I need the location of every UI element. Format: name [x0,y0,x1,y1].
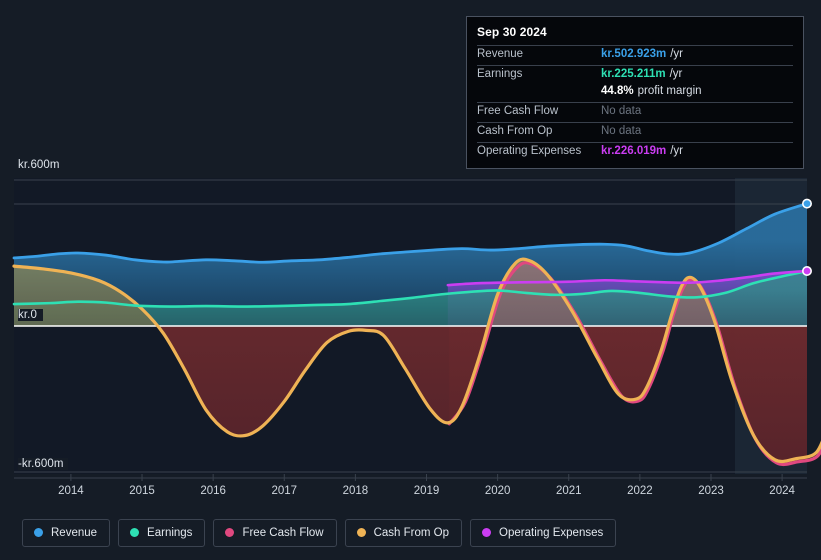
y-axis-label-zero: kr.0 [18,309,43,321]
tooltip-row-label: Cash From Op [477,125,553,137]
tooltip-row-label: Free Cash Flow [477,105,559,117]
x-axis-tick-2020: 2020 [484,485,511,497]
legend-color-dot [356,528,366,537]
x-axis-tick-2014: 2014 [58,485,84,497]
tooltip-row-label: Operating Expenses [477,145,582,157]
tooltip-row-label: Revenue [477,48,524,60]
tooltip-row: Earnings kr.225.211m/yr [477,65,793,85]
x-axis-tick-2019: 2019 [413,485,440,497]
legend-color-dot [225,528,235,537]
y-axis-label-top: kr.600m [18,159,64,171]
tooltip-row: Operating Expenses kr.226.019m/yr [477,142,793,162]
legend-label: Earnings [147,526,193,539]
endpoint-marker-operating-expenses [801,266,812,277]
legend-color-dot [482,528,492,537]
tooltip-row: Cash From Op No data [477,122,793,142]
tooltip-row-label: Earnings [477,68,523,80]
tooltip-row-value: No data [601,125,642,137]
tooltip-date: Sep 30 2024 [477,25,547,39]
chart-legend: Revenue Earnings Free Cash Flow Cash From O… [0,505,821,560]
legend-label: Free Cash Flow [242,526,324,539]
legend-item-revenue[interactable]: Revenue [22,518,111,547]
tooltip-row-unit: /yr [669,68,683,80]
tooltip-row: Revenue kr.502.923m/yr [477,45,793,65]
tooltip-row-unit: profit margin [637,85,702,97]
legend-color-dot [130,528,140,537]
tooltip-row-value: kr.226.019m [601,145,667,157]
tooltip-row-value: kr.502.923m [601,48,667,60]
x-axis-tick-2018: 2018 [342,485,369,497]
tooltip-row-unit: /yr [670,145,684,157]
legend-label: Cash From Op [373,526,450,539]
tooltip-row-value: No data [601,105,642,117]
legend-item-earnings[interactable]: Earnings [118,518,206,547]
x-axis-tick-2015: 2015 [129,485,155,497]
financial-chart-page: kr.600m kr.0 -kr.600m 2014 2015 2016 2017 20… [0,0,821,560]
tooltip-row: Free Cash Flow No data [477,102,793,122]
endpoint-marker-revenue [801,198,812,209]
legend-color-dot [34,528,43,537]
legend-label: Operating Expenses [499,526,604,539]
tooltip-row: 44.8% profit margin [477,85,793,102]
tooltip-row-value: 44.8% [601,85,634,97]
x-axis-tick-2024: 2024 [769,485,795,497]
data-tooltip: Sep 30 2024 Revenue kr.502.923m/yr Earning… [466,16,804,169]
legend-item-cash-from-op[interactable]: Cash From Op [344,518,463,547]
x-axis-tick-2023: 2023 [698,485,724,497]
x-axis-tick-2016: 2016 [200,485,226,497]
x-axis-tick-2021: 2021 [555,485,582,497]
x-axis-tick-2017: 2017 [271,485,298,497]
x-axis-tick-2022: 2022 [627,485,653,497]
tooltip-row-value: kr.225.211m [601,68,666,80]
tooltip-rows: Revenue kr.502.923m/yr Earnings kr.225.211m… [477,45,793,162]
tooltip-row-unit: /yr [670,48,684,60]
y-axis-label-bottom: -kr.600m [18,458,68,470]
legend-item-operating-expenses[interactable]: Operating Expenses [470,518,617,547]
legend-item-free-cash-flow[interactable]: Free Cash Flow [213,518,337,547]
legend-label: Revenue [51,526,98,539]
